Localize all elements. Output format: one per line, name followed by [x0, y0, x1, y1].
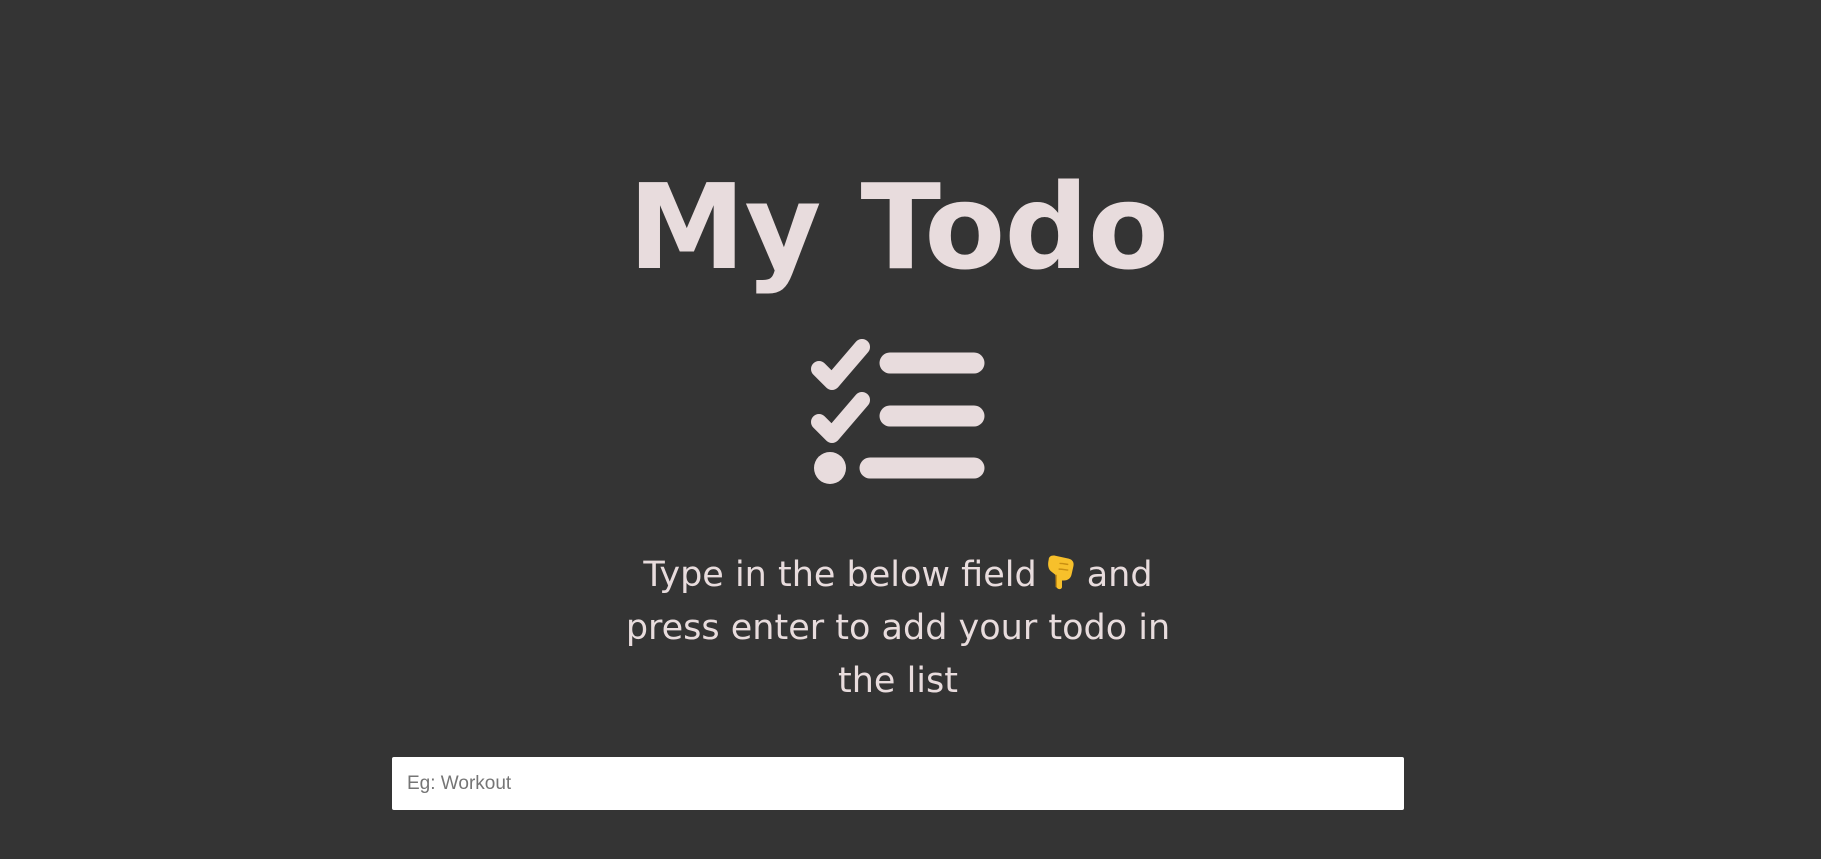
- pointing-down-hand-icon: [1047, 555, 1074, 590]
- todo-input[interactable]: [392, 757, 1404, 810]
- instructions-text: Type in the below field and press enter …: [598, 549, 1198, 708]
- checklist-icon: [811, 339, 985, 484]
- todo-app: My Todo Type in the below field and pres…: [0, 0, 1821, 859]
- instructions-before-emoji: Type in the below field: [643, 555, 1037, 595]
- page-title: My Todo: [628, 158, 1169, 296]
